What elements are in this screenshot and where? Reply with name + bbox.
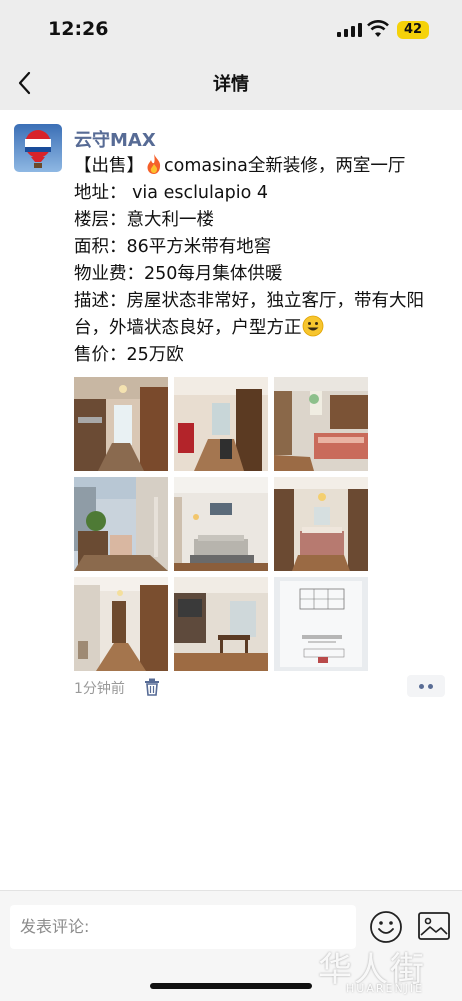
corridor-photo[interactable]	[74, 577, 168, 671]
nav-bar: 详情	[0, 60, 462, 110]
page-title: 详情	[213, 74, 249, 95]
home-indicator	[150, 983, 312, 989]
master-bedroom-photo[interactable]	[274, 477, 368, 571]
balcony-photo[interactable]	[74, 477, 168, 571]
fire-emoji-icon	[147, 154, 161, 174]
post-line-title-text: comasina全新装修，两室一厅	[164, 156, 406, 176]
post-author[interactable]: 云守MAX	[74, 126, 156, 152]
comment-bar: 发表评论:	[0, 890, 462, 1001]
post-line-description-text: 描述：房屋状态非常好，独立客厅，带有大阳台，外墙状态良好，户型方正	[74, 291, 424, 338]
status-time: 12:26	[48, 18, 109, 40]
hallway-photo[interactable]	[174, 377, 268, 471]
post-timestamp: 1分钟前	[74, 681, 125, 697]
post-line-title: 【出售】 comasina全新装修，两室一厅	[74, 153, 444, 180]
floor-plan-photo[interactable]	[274, 577, 368, 671]
dining-room-photo[interactable]	[174, 577, 268, 671]
post-line-description: 描述：房屋状态非常好，独立客厅，带有大阳台，外墙状态良好，户型方正	[74, 288, 444, 342]
bedroom-photo[interactable]	[274, 377, 368, 471]
post-line-price: 售价：25万欧	[74, 345, 184, 365]
emoji-icon[interactable]	[369, 910, 403, 944]
status-bar: 12:26 42	[0, 0, 462, 60]
smile-emoji-icon	[302, 315, 323, 337]
more-options-button[interactable]	[407, 675, 445, 697]
dot-icon	[419, 684, 424, 689]
comment-input[interactable]: 发表评论:	[10, 905, 356, 949]
avatar[interactable]	[14, 124, 62, 172]
post-line-area: 面积：86平方米带有地窖	[74, 237, 272, 257]
battery-indicator: 42	[397, 21, 429, 39]
post-content: 【出售】 comasina全新装修，两室一厅 地址： via esclulapio…	[74, 153, 444, 369]
post-line-floor: 楼层：意大利一楼	[74, 210, 214, 230]
trash-icon[interactable]	[144, 678, 160, 696]
image-icon[interactable]	[417, 911, 451, 941]
moment-post: 云守MAX 【出售】 comasina全新装修，两室一厅 地址： via escl…	[0, 110, 462, 890]
sale-tag: 【出售】	[74, 156, 144, 176]
living-room-photo[interactable]	[174, 477, 268, 571]
photo-grid	[74, 377, 368, 671]
kitchen-photo[interactable]	[74, 377, 168, 471]
post-line-address: 地址： via esclulapio 4	[74, 183, 268, 203]
post-line-fee: 物业费：250每月集体供暖	[74, 264, 283, 284]
wifi-icon	[367, 20, 389, 37]
cellular-signal-icon	[337, 23, 362, 37]
dot-icon	[428, 684, 433, 689]
